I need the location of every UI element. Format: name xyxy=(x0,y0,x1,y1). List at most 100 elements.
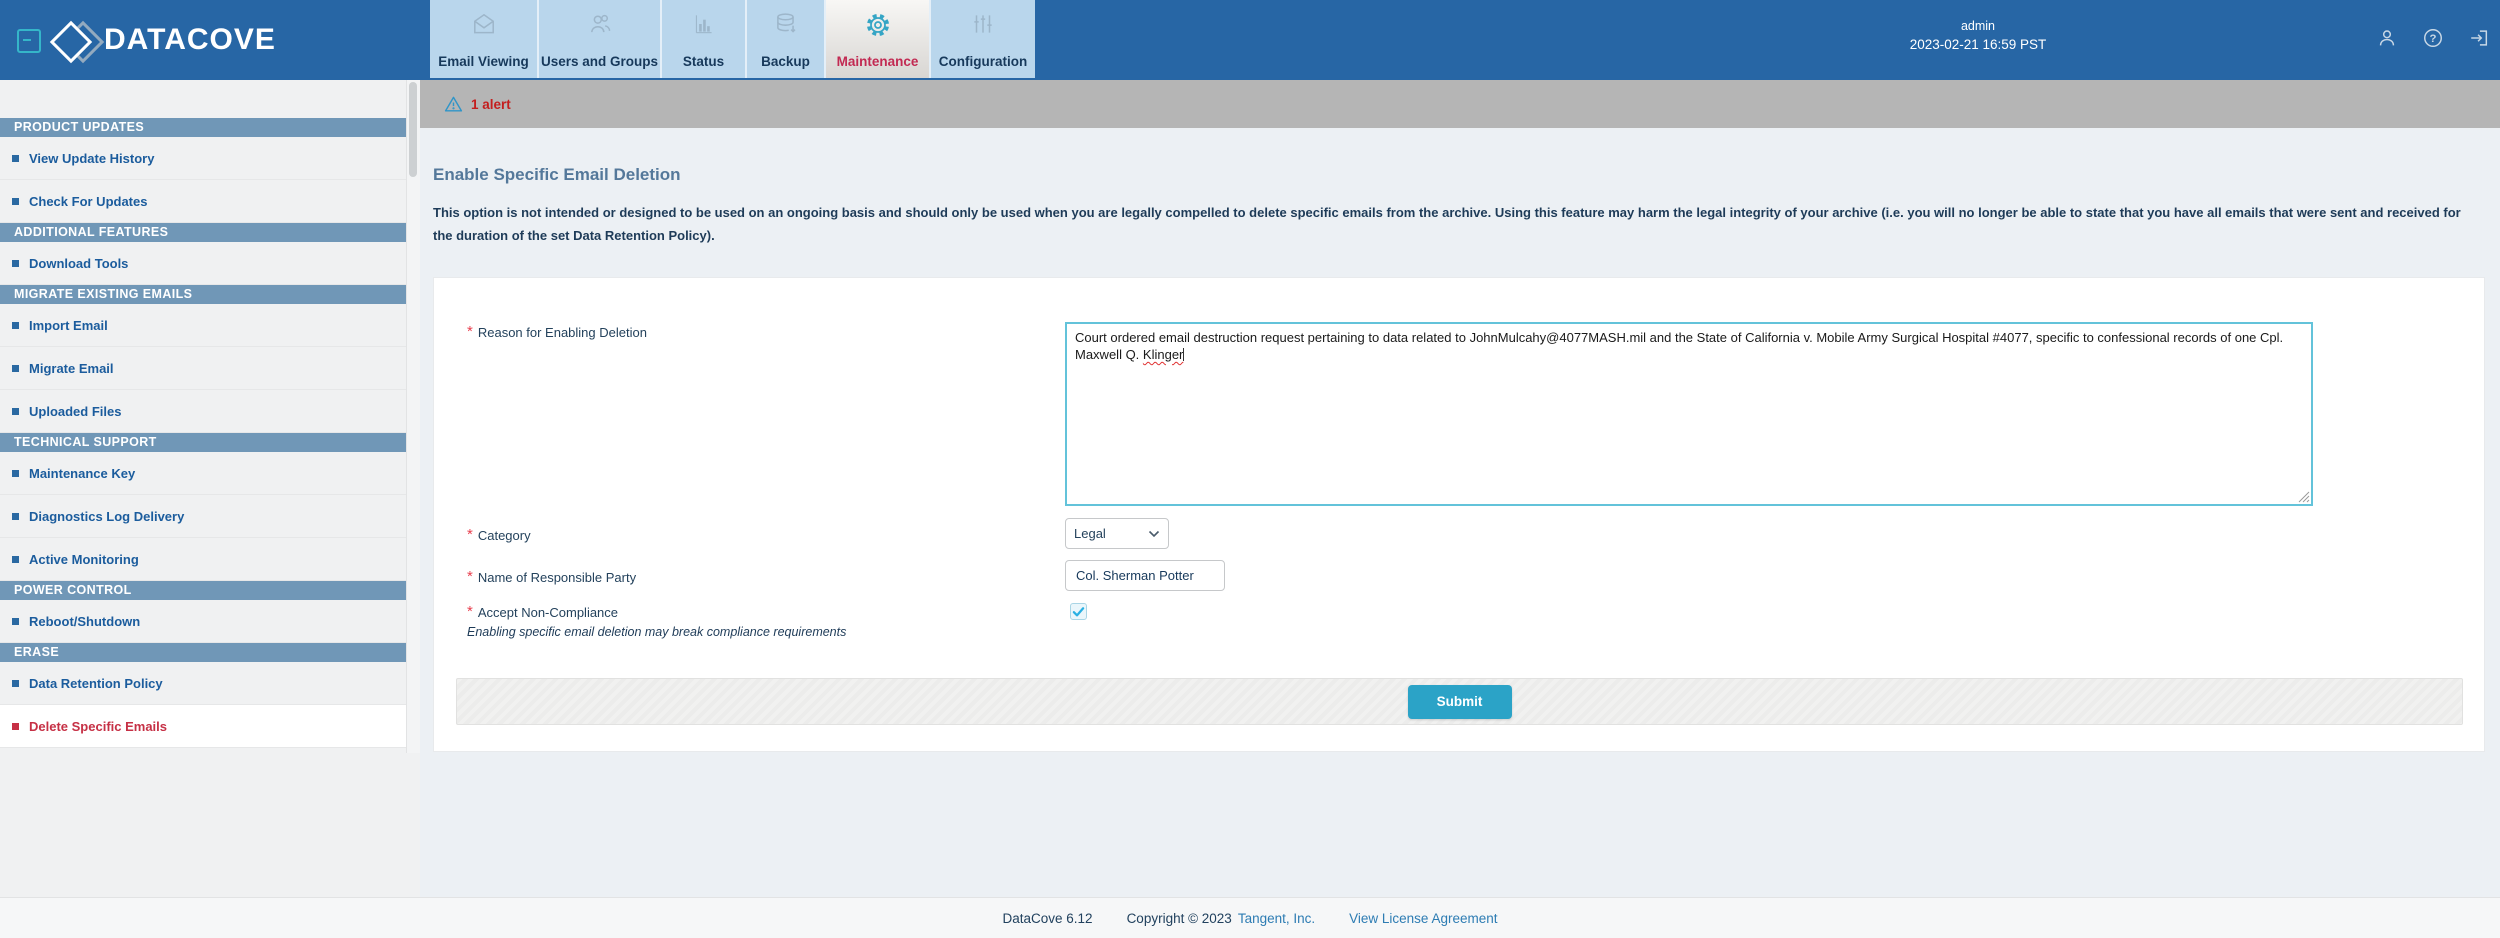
chevron-down-icon xyxy=(1148,530,1160,538)
main-content: Enable Specific Email Deletion This opti… xyxy=(420,128,2500,898)
envelope-icon xyxy=(471,11,497,42)
tab-label: Email Viewing xyxy=(438,54,529,69)
bullet-icon xyxy=(12,679,19,687)
logo: DATACOVE xyxy=(49,16,276,64)
warning-triangle-icon xyxy=(444,95,463,114)
footer: DataCove 6.12 Copyright © 2023 Tangent, … xyxy=(0,897,2500,938)
footer-version: DataCove 6.12 xyxy=(1002,910,1093,926)
bullet-icon xyxy=(12,407,19,415)
bullet-icon xyxy=(12,469,19,477)
user-session-info: admin 2023-02-21 16:59 PST xyxy=(1893,19,2063,52)
sidebar-item-import-email[interactable]: Import Email xyxy=(0,304,407,347)
accept-non-compliance-checkbox[interactable] xyxy=(1070,603,1087,620)
tab-label: Maintenance xyxy=(836,54,919,69)
page-title: Enable Specific Email Deletion xyxy=(433,165,681,184)
users-icon xyxy=(587,11,613,42)
required-asterisk-icon: * xyxy=(467,323,473,340)
required-asterisk-icon: * xyxy=(467,568,473,585)
accept-non-compliance-label: * Accept Non-Compliance xyxy=(467,603,619,620)
tab-email-viewing[interactable]: Email Viewing xyxy=(430,0,537,78)
text-cursor xyxy=(1183,348,1185,361)
gear-icon xyxy=(864,11,892,44)
sidebar-section-erase: ERASE xyxy=(0,643,407,662)
misspelled-word: Klinger xyxy=(1142,347,1184,362)
sidebar-item-data-retention-policy[interactable]: Data Retention Policy xyxy=(0,662,407,705)
sidebar-item-uploaded-files[interactable]: Uploaded Files xyxy=(0,390,407,433)
brand-title: DATACOVE xyxy=(104,23,276,56)
tab-status[interactable]: Status xyxy=(660,0,745,78)
bullet-icon xyxy=(12,259,19,267)
submit-bar: Submit xyxy=(456,678,2463,725)
responsible-party-label: * Name of Responsible Party xyxy=(467,568,637,585)
sidebar-item-migrate-email[interactable]: Migrate Email xyxy=(0,347,407,390)
bullet-icon xyxy=(12,364,19,372)
sidebar-item-delete-specific-emails[interactable]: Delete Specific Emails xyxy=(0,705,407,748)
bullet-icon xyxy=(12,722,19,730)
left-column-background xyxy=(0,753,420,898)
sidebar-item-maintenance-key[interactable]: Maintenance Key xyxy=(0,452,407,495)
reason-text: Court ordered email destruction request … xyxy=(1075,330,2284,362)
minus-icon xyxy=(23,39,31,41)
username: admin xyxy=(1960,19,1996,33)
category-selected-value: Legal xyxy=(1074,526,1106,541)
tab-configuration[interactable]: Configuration xyxy=(929,0,1035,78)
sidebar-section-power-control: POWER CONTROL xyxy=(0,581,407,600)
sidebar-section-product-updates: PRODUCT UPDATES xyxy=(0,118,407,137)
sidebar-collapse-icon[interactable] xyxy=(17,29,41,53)
bar-chart-icon xyxy=(691,11,717,42)
top-header: DATACOVE Email Viewing Users and Groups … xyxy=(0,0,2500,80)
reason-textarea[interactable]: Court ordered email destruction request … xyxy=(1065,322,2313,506)
database-icon xyxy=(773,11,799,42)
check-icon xyxy=(1072,606,1085,618)
tab-label: Users and Groups xyxy=(540,54,659,69)
license-agreement-link[interactable]: View License Agreement xyxy=(1349,911,1497,926)
main-nav-tabs: Email Viewing Users and Groups Status Ba… xyxy=(430,0,1035,78)
accept-non-compliance-note: Enabling specific email deletion may bre… xyxy=(467,625,847,639)
alert-count-link[interactable]: 1 alert xyxy=(471,97,511,112)
sliders-icon xyxy=(970,11,996,42)
tab-label: Configuration xyxy=(938,54,1028,69)
sidebar-item-view-update-history[interactable]: View Update History xyxy=(0,137,407,180)
required-asterisk-icon: * xyxy=(467,603,473,620)
logout-icon[interactable] xyxy=(2468,27,2490,49)
bullet-icon xyxy=(12,154,19,162)
datacove-app: DATACOVE Email Viewing Users and Groups … xyxy=(0,0,2500,938)
sidebar-section-migrate-existing-emails: MIGRATE EXISTING EMAILS xyxy=(0,285,407,304)
category-select[interactable]: Legal xyxy=(1065,518,1169,549)
bullet-icon xyxy=(12,512,19,520)
sidebar-item-reboot-shutdown[interactable]: Reboot/Shutdown xyxy=(0,600,407,643)
user-profile-icon[interactable] xyxy=(2376,27,2398,49)
bullet-icon xyxy=(12,555,19,563)
sidebar-section-additional-features: ADDITIONAL FEATURES xyxy=(0,223,407,242)
header-action-icons: ? xyxy=(2376,27,2490,49)
required-asterisk-icon: * xyxy=(467,526,473,543)
sidebar-item-active-monitoring[interactable]: Active Monitoring xyxy=(0,538,407,581)
tab-users-and-groups[interactable]: Users and Groups xyxy=(537,0,660,78)
diamond-logo-icon xyxy=(49,16,105,64)
svg-text:?: ? xyxy=(2430,33,2437,45)
help-icon[interactable]: ? xyxy=(2422,27,2444,49)
sidebar-scrollbar[interactable] xyxy=(406,80,420,753)
resize-grip-icon[interactable] xyxy=(2297,490,2310,503)
sidebar: PRODUCT UPDATES View Update History Chec… xyxy=(0,80,420,753)
tab-maintenance[interactable]: Maintenance xyxy=(824,0,929,78)
submit-button[interactable]: Submit xyxy=(1407,684,1512,719)
category-label: * Category xyxy=(467,526,531,543)
alert-bar: 1 alert xyxy=(420,80,2500,128)
sidebar-item-check-for-updates[interactable]: Check For Updates xyxy=(0,180,407,223)
form-panel: * Reason for Enabling Deletion Court ord… xyxy=(433,277,2485,752)
current-datetime: 2023-02-21 16:59 PST xyxy=(1909,37,2047,52)
tab-label: Backup xyxy=(761,54,810,69)
footer-copyright: Copyright © 2023 Tangent, Inc. xyxy=(1126,910,1316,926)
company-link[interactable]: Tangent, Inc. xyxy=(1238,911,1315,926)
tab-backup[interactable]: Backup xyxy=(745,0,824,78)
bullet-icon xyxy=(12,197,19,205)
bullet-icon xyxy=(12,617,19,625)
sidebar-item-download-tools[interactable]: Download Tools xyxy=(0,242,407,285)
sidebar-item-diagnostics-log-delivery[interactable]: Diagnostics Log Delivery xyxy=(0,495,407,538)
bullet-icon xyxy=(12,321,19,329)
responsible-party-input[interactable] xyxy=(1065,560,1225,591)
scrollbar-thumb[interactable] xyxy=(409,82,417,177)
reason-label: * Reason for Enabling Deletion xyxy=(467,323,647,340)
sidebar-section-technical-support: TECHNICAL SUPPORT xyxy=(0,433,407,452)
